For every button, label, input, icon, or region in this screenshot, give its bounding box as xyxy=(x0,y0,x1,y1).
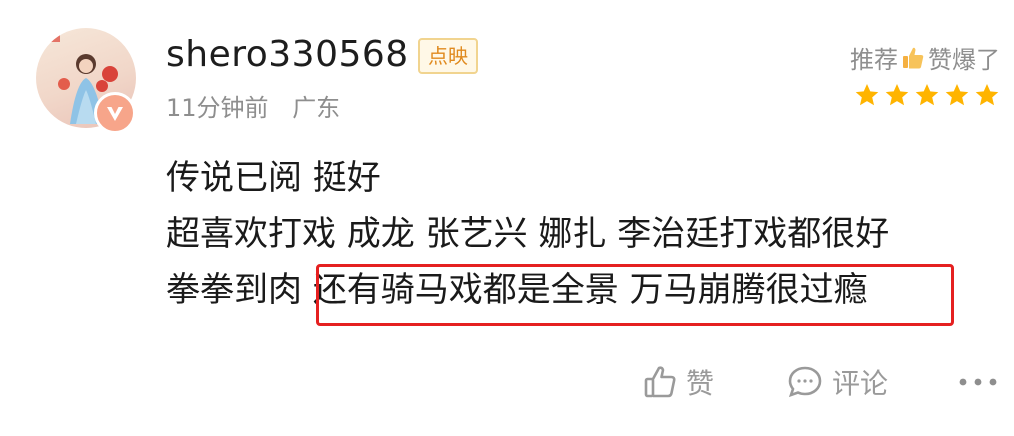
review-line-part: 拳拳到肉 xyxy=(166,270,313,310)
comment-label: 评论 xyxy=(832,367,889,400)
star-icon xyxy=(945,83,969,106)
username[interactable]: shero330568 xyxy=(166,34,409,75)
more-dots-icon xyxy=(959,378,997,386)
comment-bubble-icon xyxy=(788,366,822,398)
recommend-prefix: 推荐 xyxy=(850,46,898,74)
review-time: 11分钟前 xyxy=(166,94,269,122)
star-icon xyxy=(915,83,939,106)
rating-label: 推荐 赞爆了 xyxy=(850,40,1000,75)
preview-tag: 点映 xyxy=(418,38,478,74)
like-button[interactable]: 赞 xyxy=(642,354,714,410)
review-line: 传说已阅 挺好 xyxy=(166,158,381,198)
star-icon xyxy=(855,83,879,106)
review-location: 广东 xyxy=(292,94,341,122)
star-icon xyxy=(975,83,999,106)
comment-button[interactable]: 评论 xyxy=(786,354,888,410)
verified-badge-icon xyxy=(94,92,136,134)
star-rating xyxy=(854,82,1000,108)
thumb-emoji-icon xyxy=(900,45,926,71)
more-button[interactable] xyxy=(958,354,1006,410)
review-meta: 11分钟前 广东 xyxy=(166,88,356,123)
star-icon xyxy=(885,83,909,106)
recommend-suffix: 赞爆了 xyxy=(928,46,1000,74)
review-line: 超喜欢打戏 成龙 张艺兴 娜扎 李治廷打戏都很好 xyxy=(166,214,890,254)
thumb-up-icon xyxy=(644,366,676,398)
highlight-box xyxy=(316,264,954,326)
like-label: 赞 xyxy=(686,367,715,400)
